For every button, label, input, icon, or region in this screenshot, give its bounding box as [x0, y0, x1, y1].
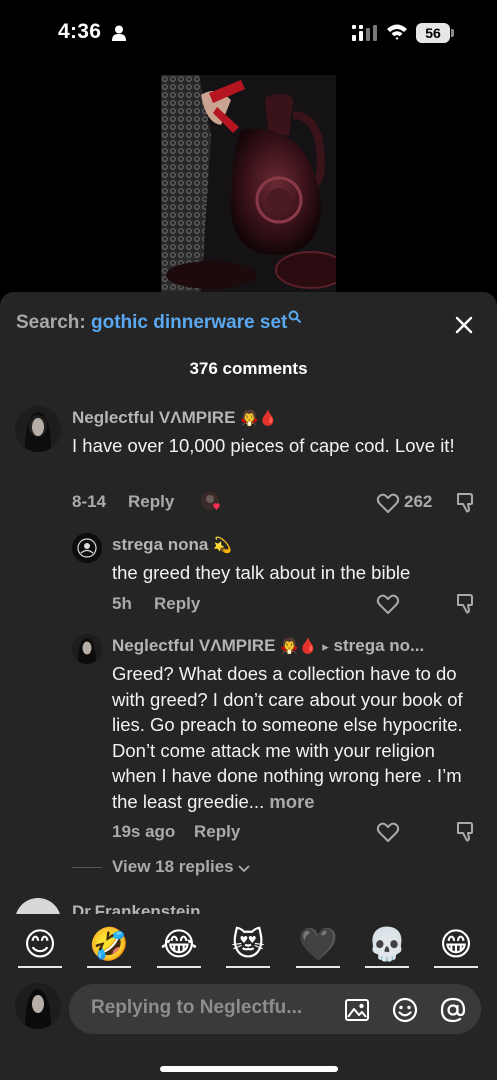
- avatar[interactable]: [72, 533, 102, 563]
- creator-avatar-icon: [201, 492, 220, 510]
- comment-input-placeholder: Replying to Neglectfu...: [91, 997, 303, 1018]
- vampire-badge: 🧛: [280, 638, 299, 655]
- emoji-heart-eyes-cat[interactable]: 😻: [226, 924, 270, 968]
- username-text: Neglectful VΛMPIRE: [72, 408, 236, 427]
- emoji-skull[interactable]: 💀: [365, 924, 409, 968]
- heart-icon[interactable]: [376, 821, 400, 843]
- home-indicator: [160, 1066, 338, 1072]
- comment-text: I have over 10,000 pieces of cape cod. L…: [72, 435, 455, 456]
- video-image: [161, 75, 336, 293]
- vampire-badge: 🧛: [240, 410, 259, 427]
- comment-date: 8-14: [72, 492, 107, 511]
- comment-text: the greed they talk about in the bible: [112, 562, 411, 583]
- reply-arrow-icon: ▸: [322, 639, 329, 654]
- like-count: 262: [404, 492, 433, 511]
- reply-button[interactable]: Reply: [128, 492, 174, 512]
- battery-level: 56: [416, 23, 450, 43]
- view-replies-divider: [72, 867, 102, 868]
- avatar-image: [15, 983, 61, 1029]
- heart-icon[interactable]: [376, 492, 400, 514]
- comment-input[interactable]: Replying to Neglectfu...: [69, 984, 481, 1034]
- username-text: strega nona: [112, 535, 209, 554]
- battery-tip: [451, 29, 454, 37]
- comment-date: 5h: [112, 594, 132, 613]
- avatar[interactable]: [72, 634, 102, 664]
- search-term[interactable]: gothic dinnerware set: [91, 312, 287, 333]
- comment-username[interactable]: strega nona 💫: [112, 535, 232, 555]
- comment-text: Greed? What does a collection have to do…: [112, 661, 484, 814]
- person-icon: [112, 25, 126, 41]
- creator-liked-badge: [200, 491, 222, 513]
- avatar-image: [15, 406, 61, 452]
- emoji-icon[interactable]: [391, 996, 419, 1024]
- status-time: 4:36: [58, 20, 102, 43]
- reply-composer: 😊 🤣 😂 😻 🖤 💀 😁 Replying to Neglectfu...: [0, 914, 497, 1080]
- chevron-down-icon: [238, 864, 250, 872]
- close-icon[interactable]: [451, 312, 477, 338]
- signal-icon: [352, 25, 377, 41]
- emoji-rofl[interactable]: 🤣: [87, 924, 131, 968]
- comment-body: Greed? What does a collection have to do…: [112, 663, 463, 812]
- emoji-smile[interactable]: 😊: [18, 924, 62, 968]
- current-user-avatar: [15, 983, 61, 1029]
- avatar[interactable]: [15, 406, 61, 452]
- reply-to-username[interactable]: strega no...: [334, 636, 425, 655]
- search-banner[interactable]: Search: gothic dinnerware set: [16, 310, 302, 334]
- mention-icon[interactable]: [439, 996, 467, 1024]
- more-link[interactable]: more: [269, 791, 314, 812]
- view-replies-button[interactable]: View 18 replies: [112, 857, 250, 877]
- view-replies-label: View 18 replies: [112, 857, 234, 876]
- emoji-grin[interactable]: 😁: [434, 924, 478, 968]
- reply-button[interactable]: Reply: [154, 594, 200, 614]
- blood-drop-badge: 🩸: [298, 638, 318, 655]
- wifi-icon: [387, 24, 407, 40]
- comment-date: 19s ago: [112, 822, 176, 841]
- emoji-black-heart[interactable]: 🖤: [296, 924, 340, 968]
- comment-username[interactable]: Neglectful VΛMPIRE 🧛🩸: [72, 408, 278, 428]
- username-text: Neglectful VΛMPIRE: [112, 636, 276, 655]
- comment-username[interactable]: Neglectful VΛMPIRE 🧛🩸 ▸ strega no...: [112, 636, 424, 656]
- reply-button[interactable]: Reply: [194, 822, 240, 842]
- search-label: Search:: [16, 312, 91, 333]
- emoji-joy[interactable]: 😂: [157, 924, 201, 968]
- video-thumbnail[interactable]: [161, 75, 336, 293]
- status-bar: 4:36 56: [0, 0, 497, 60]
- dislike-icon[interactable]: [455, 490, 479, 514]
- avatar-image: [72, 533, 102, 563]
- blood-drop-badge: 🩸: [258, 410, 278, 427]
- heart-icon[interactable]: [376, 593, 400, 615]
- comments-count: 376 comments: [189, 359, 308, 378]
- battery-icon: 56: [416, 23, 454, 43]
- dizzy-badge: 💫: [213, 537, 232, 554]
- dislike-icon[interactable]: [455, 591, 479, 615]
- search-icon: [288, 310, 302, 324]
- avatar-image: [72, 634, 102, 664]
- dislike-icon[interactable]: [455, 819, 479, 843]
- emoji-quick-bar: 😊 🤣 😂 😻 🖤 💀 😁: [0, 924, 497, 970]
- image-icon[interactable]: [343, 996, 371, 1024]
